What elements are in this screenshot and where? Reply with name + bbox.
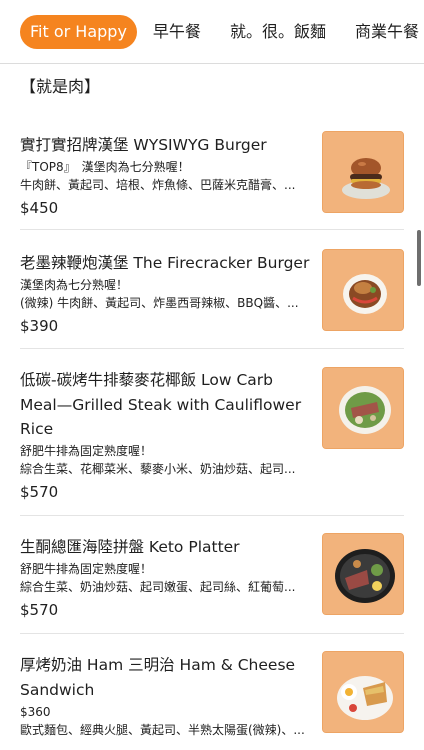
steak-bowl-image: [322, 367, 404, 449]
burger-image: [322, 131, 404, 213]
platter-image: [322, 533, 404, 615]
item-name: 厚烤奶油 Ham 三明治 Ham & Cheese Sandwich: [20, 656, 296, 699]
item-description: 綜合生菜、花椰菜米、藜麥小米、奶油炒菇、起司...: [20, 461, 296, 476]
item-price: $390: [20, 316, 59, 335]
menu-page: Fit or Happy 早午餐 就。很。飯麵 商業午餐 【就是肉】 實打實招牌…: [0, 0, 424, 750]
menu-item[interactable]: 老墨辣鞭炮漢堡 The Firecracker Burger 漢堡肉為七分熟喔！…: [20, 231, 404, 349]
item-tag: 『TOP8』 漢堡肉為七分熟喔！: [20, 159, 190, 174]
item-description: (微辣) 牛肉餅、黃起司、炸墨西哥辣椒、BBQ醬、...: [20, 295, 299, 310]
item-description: 牛肉餅、黃起司、培根、炸魚條、巴薩米克醋膏、...: [20, 177, 296, 192]
item-price: $570: [20, 482, 59, 501]
section-title: 【就是肉】: [20, 77, 101, 96]
scrollbar[interactable]: [417, 230, 421, 286]
item-name: 生酮總匯海陸拼盤 Keto Platter: [20, 538, 240, 556]
item-tag: 漢堡肉為七分熟喔！: [20, 277, 129, 292]
item-tag: 舒肥牛排為固定熟度喔！: [20, 561, 153, 576]
tab-brunch[interactable]: 早午餐: [143, 15, 211, 49]
item-description: 綜合生菜、奶油炒菇、起司嫩蛋、起司絲、紅葡萄...: [20, 579, 296, 594]
menu-item[interactable]: 低碳-碳烤牛排藜麥花椰飯 Low Carb Meal—Grilled Steak…: [20, 350, 404, 516]
menu-item[interactable]: 厚烤奶油 Ham 三明治 Ham & Cheese Sandwich $360 …: [20, 635, 404, 750]
item-description: 歐式麵包、經典火腿、黃起司、半熟太陽蛋(微辣)、...: [20, 723, 305, 737]
category-tabs: Fit or Happy 早午餐 就。很。飯麵 商業午餐: [0, 0, 424, 64]
item-name: 實打實招牌漢堡 WYSIWYG Burger: [20, 136, 267, 154]
item-name: 老墨辣鞭炮漢堡 The Firecracker Burger: [20, 254, 310, 272]
menu-item[interactable]: 實打實招牌漢堡 WYSIWYG Burger 『TOP8』 漢堡肉為七分熟喔！ …: [20, 113, 404, 230]
menu-item[interactable]: 生酮總匯海陸拼盤 Keto Platter 舒肥牛排為固定熟度喔！ 綜合生菜、奶…: [20, 517, 404, 634]
tab-rice-noodles[interactable]: 就。很。飯麵: [220, 15, 336, 49]
item-price: $570: [20, 600, 59, 619]
sandwich-image: [322, 651, 404, 733]
item-name: 低碳-碳烤牛排藜麥花椰飯 Low Carb Meal—Grilled Steak…: [20, 371, 302, 438]
item-tag: 舒肥牛排為固定熟度喔！: [20, 443, 153, 458]
item-price: $360: [20, 705, 51, 719]
item-price: $450: [20, 198, 59, 217]
tab-business-lunch[interactable]: 商業午餐: [345, 15, 424, 49]
burger-bowl-image: [322, 249, 404, 331]
tab-fit-or-happy[interactable]: Fit or Happy: [20, 14, 137, 49]
